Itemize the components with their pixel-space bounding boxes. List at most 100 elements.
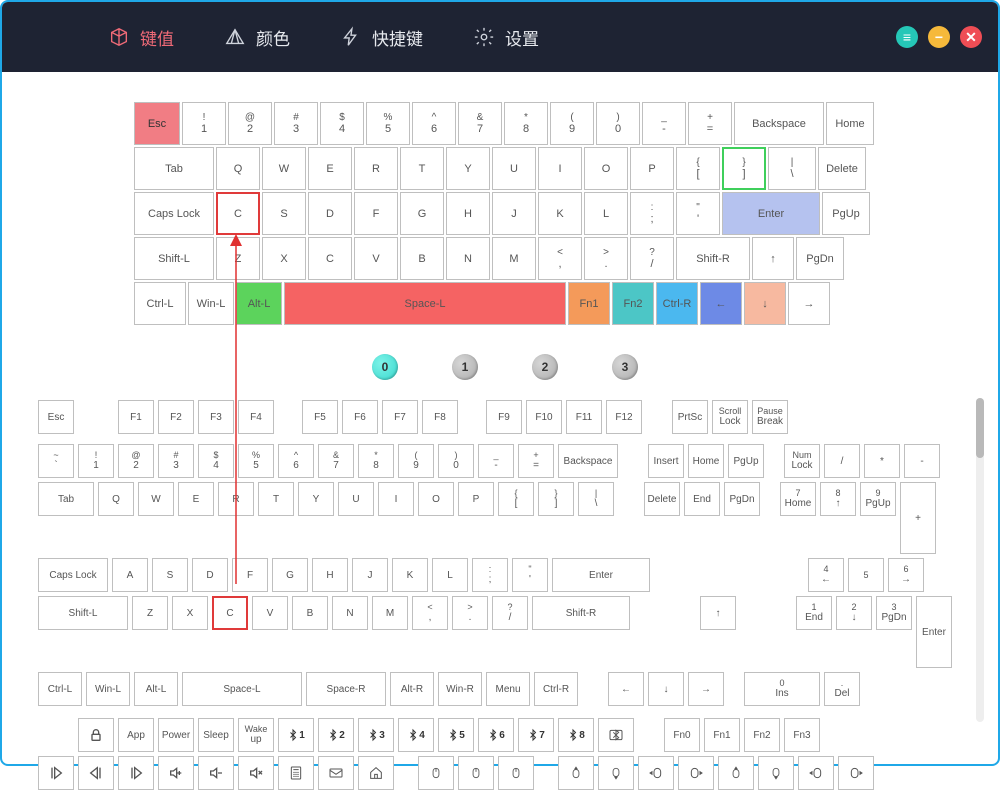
key-Insert[interactable]: Insert bbox=[648, 444, 684, 478]
layer-3[interactable]: 3 bbox=[612, 354, 638, 380]
key-Ctrl-L[interactable]: Ctrl-L bbox=[38, 672, 82, 706]
key-2[interactable]: @2 bbox=[118, 444, 154, 478]
key-Home[interactable]: Home bbox=[688, 444, 724, 478]
key-4[interactable]: $4 bbox=[198, 444, 234, 478]
key-J[interactable]: J bbox=[352, 558, 388, 592]
key-Alt-R[interactable]: Alt-R bbox=[390, 672, 434, 706]
scrollbar-thumb[interactable] bbox=[976, 398, 984, 458]
key-up[interactable]: Wakeup bbox=[238, 718, 274, 752]
key-M[interactable]: M bbox=[492, 237, 536, 280]
key-X[interactable]: X bbox=[262, 237, 306, 280]
key-F11[interactable]: F11 bbox=[566, 400, 602, 434]
key-K[interactable]: K bbox=[392, 558, 428, 592]
key-↓[interactable]: ↓ bbox=[648, 672, 684, 706]
key-Z[interactable]: Z bbox=[216, 237, 260, 280]
key-C[interactable]: C bbox=[216, 192, 260, 235]
key-Backspace[interactable]: Backspace bbox=[558, 444, 618, 478]
key-Lock[interactable]: ScrollLock bbox=[712, 400, 748, 434]
key-W[interactable]: W bbox=[262, 147, 306, 190]
key-S[interactable]: S bbox=[152, 558, 188, 592]
key-lock[interactable] bbox=[78, 718, 114, 752]
key-Shift-L[interactable]: Shift-L bbox=[38, 596, 128, 630]
key-mouseU[interactable] bbox=[558, 756, 594, 790]
key-6[interactable]: 6 bbox=[478, 718, 514, 752]
key-Y[interactable]: Y bbox=[298, 482, 334, 516]
scrollbar[interactable] bbox=[976, 398, 984, 722]
key-Ins[interactable]: 0Ins bbox=[744, 672, 820, 706]
key-U[interactable]: U bbox=[338, 482, 374, 516]
key-Fn3[interactable]: Fn3 bbox=[784, 718, 820, 752]
key-6[interactable]: ^6 bbox=[412, 102, 456, 145]
close-button[interactable]: ✕ bbox=[960, 26, 982, 48]
key-Ctrl-R[interactable]: Ctrl-R bbox=[534, 672, 578, 706]
tab-settings[interactable]: 设置 bbox=[473, 25, 539, 50]
key-PrtSc[interactable]: PrtSc bbox=[672, 400, 708, 434]
key-G[interactable]: G bbox=[272, 558, 308, 592]
key-O[interactable]: O bbox=[418, 482, 454, 516]
key-play[interactable] bbox=[38, 756, 74, 790]
key-F8[interactable]: F8 bbox=[422, 400, 458, 434]
key-←[interactable]: ← bbox=[608, 672, 644, 706]
key-T[interactable]: T bbox=[400, 147, 444, 190]
key-1[interactable]: !1 bbox=[78, 444, 114, 478]
key-][interactable]: }] bbox=[722, 147, 766, 190]
key-U[interactable]: U bbox=[492, 147, 536, 190]
key-0[interactable]: )0 bbox=[438, 444, 474, 478]
key-F12[interactable]: F12 bbox=[606, 400, 642, 434]
key-Fn1[interactable]: Fn1 bbox=[568, 282, 610, 325]
key-H[interactable]: H bbox=[312, 558, 348, 592]
key-C[interactable]: C bbox=[308, 237, 352, 280]
key-App[interactable]: App bbox=[118, 718, 154, 752]
key-volup[interactable] bbox=[158, 756, 194, 790]
key-P[interactable]: P bbox=[630, 147, 674, 190]
layer-2[interactable]: 2 bbox=[532, 354, 558, 380]
key-8[interactable]: *8 bbox=[504, 102, 548, 145]
layer-1[interactable]: 1 bbox=[452, 354, 478, 380]
key-mouseL[interactable] bbox=[798, 756, 834, 790]
tab-color[interactable]: 颜色 bbox=[224, 25, 290, 50]
key-→[interactable]: → bbox=[688, 672, 724, 706]
key-E[interactable]: E bbox=[308, 147, 352, 190]
key-Ctrl-L[interactable]: Ctrl-L bbox=[134, 282, 186, 325]
key-7[interactable]: &7 bbox=[458, 102, 502, 145]
key-1[interactable]: 1 bbox=[278, 718, 314, 752]
key-numpad-plus[interactable]: + bbox=[900, 482, 936, 554]
key-;[interactable]: :; bbox=[472, 558, 508, 592]
key-,[interactable]: <, bbox=[538, 237, 582, 280]
key-][interactable]: }] bbox=[538, 482, 574, 516]
key-Shift-L[interactable]: Shift-L bbox=[134, 237, 214, 280]
key-K[interactable]: K bbox=[538, 192, 582, 235]
key--[interactable]: _- bbox=[642, 102, 686, 145]
key-E[interactable]: E bbox=[178, 482, 214, 516]
key-2[interactable]: @2 bbox=[228, 102, 272, 145]
key-=[interactable]: += bbox=[688, 102, 732, 145]
key-V[interactable]: V bbox=[354, 237, 398, 280]
key-W[interactable]: W bbox=[138, 482, 174, 516]
key-Enter[interactable]: Enter bbox=[722, 192, 820, 235]
key-Home[interactable]: Home bbox=[826, 102, 874, 145]
key-Power[interactable]: Power bbox=[158, 718, 194, 752]
key-X[interactable]: X bbox=[172, 596, 208, 630]
key-P[interactable]: P bbox=[458, 482, 494, 516]
key-PgDn[interactable]: PgDn bbox=[724, 482, 760, 516]
key-,[interactable]: <, bbox=[412, 596, 448, 630]
key-F10[interactable]: F10 bbox=[526, 400, 562, 434]
key-Q[interactable]: Q bbox=[98, 482, 134, 516]
key-PgUp[interactable]: PgUp bbox=[728, 444, 764, 478]
key-L[interactable]: L bbox=[584, 192, 628, 235]
key-A[interactable]: A bbox=[112, 558, 148, 592]
key-Caps Lock[interactable]: Caps Lock bbox=[38, 558, 108, 592]
key-Enter[interactable]: Enter bbox=[552, 558, 650, 592]
key-J[interactable]: J bbox=[492, 192, 536, 235]
key-F5[interactable]: F5 bbox=[302, 400, 338, 434]
key-Shift-R[interactable]: Shift-R bbox=[532, 596, 630, 630]
key-Shift-R[interactable]: Shift-R bbox=[676, 237, 750, 280]
key-mouse[interactable] bbox=[418, 756, 454, 790]
key-/[interactable]: ?/ bbox=[492, 596, 528, 630]
key-Alt-L[interactable]: Alt-L bbox=[236, 282, 282, 325]
key-=[interactable]: += bbox=[518, 444, 554, 478]
key-M[interactable]: M bbox=[372, 596, 408, 630]
key-R[interactable]: R bbox=[354, 147, 398, 190]
key-home[interactable] bbox=[358, 756, 394, 790]
key-→[interactable]: 6→ bbox=[888, 558, 924, 592]
